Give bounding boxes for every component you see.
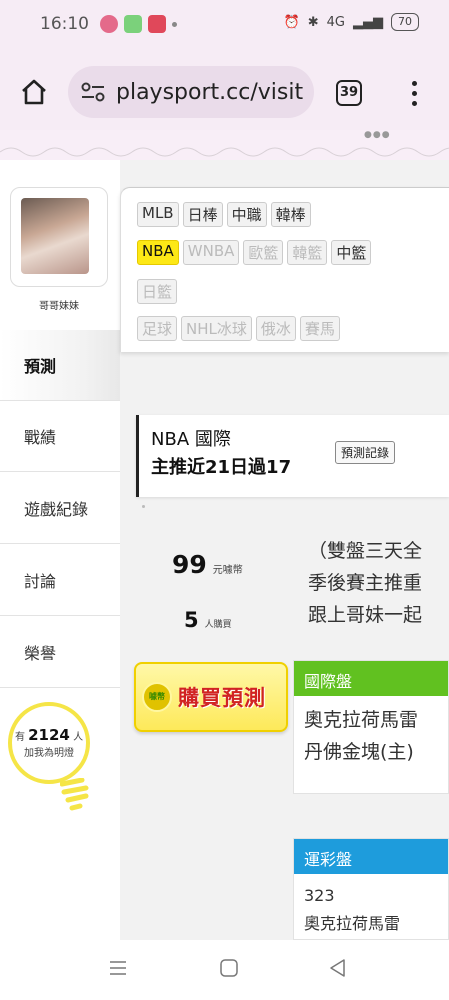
wave-divider <box>0 147 449 157</box>
status-bar: 16:10 ⏰ ✱ 4G ▂▄▆ 70 <box>0 0 449 54</box>
price-unit: 元噱幣 <box>212 565 243 576</box>
filter-soccer[interactable]: 足球 <box>137 316 178 341</box>
buy-prediction-label: 購買預測 <box>178 686 266 710</box>
clock: 16:10 <box>40 14 89 34</box>
filter-cpbl[interactable]: 中職 <box>226 202 267 227</box>
nav-item-game-log[interactable]: 遊戲紀錄 <box>0 472 120 544</box>
filter-wnba[interactable]: WNBA <box>182 240 240 265</box>
overflow-menu-icon[interactable] <box>404 78 424 108</box>
side-nav: 預測 戰績 遊戲紀錄 討論 榮譽 <box>0 330 120 688</box>
notification-icons <box>100 15 177 33</box>
league-title: NBA 國際 <box>151 429 231 450</box>
nav-item-discussion[interactable]: 討論 <box>0 544 120 616</box>
filter-row-baseball: MLB 日棒 中職 韓棒 <box>137 202 311 233</box>
follow-lightbulb[interactable]: 有 2124 人 加我為明燈 <box>8 702 90 784</box>
nav-item-predictions[interactable]: 預測 <box>0 330 120 400</box>
system-icons: ⏰ ✱ 4G ▂▄▆ 70 <box>284 13 419 31</box>
page-content: 哥哥妹妹 預測 戰績 遊戲紀錄 討論 榮譽 有 2124 人 加我為明燈 MLB… <box>0 160 449 940</box>
price-value: 99 <box>172 550 207 579</box>
buyers-value: 5 <box>184 608 199 632</box>
lightbulb-icon <box>60 778 89 811</box>
panel-body: 奧克拉荷馬雷 丹佛金塊(主) <box>304 709 419 763</box>
prediction-history-button[interactable]: 預測記錄 <box>335 441 396 464</box>
coin-icon: 噱幣 <box>142 682 172 712</box>
recent-apps-icon[interactable] <box>108 958 128 978</box>
profile-card[interactable] <box>10 187 108 287</box>
prediction-description: （雙盤三天全 季後賽主推重 跟上哥妹一起 <box>308 540 423 626</box>
panel-title: 國際盤 <box>294 661 448 696</box>
win-record: 主推近21日過17 <box>151 457 292 478</box>
filter-row-other: 足球 NHL冰球 俄冰 賽馬 <box>137 316 340 347</box>
fans-count-line: 有 2124 人 <box>14 726 84 744</box>
buyers-unit: 人購買 <box>204 620 232 630</box>
message-notification-icon <box>124 15 142 33</box>
filter-korea-basketball[interactable]: 韓籃 <box>287 240 328 265</box>
filter-row-basketball: NBA WNBA 歐籃 韓籃 中籃 <box>137 240 372 271</box>
filter-kbo[interactable]: 韓棒 <box>270 202 311 227</box>
home-nav-icon[interactable] <box>219 958 239 978</box>
separator-dot <box>142 505 145 508</box>
filter-japan-basketball[interactable]: 日籃 <box>137 279 178 304</box>
buy-prediction-button[interactable]: 噱幣 購買預測 <box>134 662 288 732</box>
nav-item-record[interactable]: 戰績 <box>0 400 120 472</box>
back-icon[interactable] <box>328 958 348 978</box>
filter-row-japan-basketball: 日籃 <box>137 279 178 310</box>
carousel-dots-icon: ●●● <box>364 130 391 140</box>
filter-china-basketball[interactable]: 中籃 <box>331 240 372 265</box>
network-label: 4G <box>326 14 345 30</box>
alarm-icon: ⏰ <box>283 14 300 30</box>
league-filter: MLB 日棒 中職 韓棒 NBA WNBA 歐籃 韓籃 中籃 日籃 足球 NHL… <box>120 187 449 352</box>
international-odds-panel: 國際盤 奧克拉荷馬雷 丹佛金塊(主) <box>293 660 449 794</box>
address-bar[interactable]: playsport.cc/visit <box>68 66 314 118</box>
profile-name[interactable]: 哥哥妹妹 <box>10 297 108 312</box>
filter-nhl[interactable]: NHL冰球 <box>181 316 252 341</box>
avatar[interactable] <box>21 198 89 274</box>
filter-nba[interactable]: NBA <box>137 240 179 265</box>
nav-item-honors[interactable]: 榮譽 <box>0 616 120 688</box>
battery-icon: 70 <box>391 13 419 31</box>
app-notification-icon <box>100 15 118 33</box>
page-header-strip: ●●● <box>0 130 449 160</box>
filter-npb[interactable]: 日棒 <box>182 202 223 227</box>
filter-horse-racing[interactable]: 賽馬 <box>299 316 340 341</box>
panel-title: 運彩盤 <box>294 839 448 874</box>
main-content: MLB 日棒 中職 韓棒 NBA WNBA 歐籃 韓籃 中籃 日籃 足球 NHL… <box>120 160 449 940</box>
url-text[interactable]: playsport.cc/visit <box>116 80 303 105</box>
bluetooth-icon: ✱ <box>307 14 319 30</box>
signal-icon: ▂▄▆ <box>353 14 383 30</box>
filter-mlb[interactable]: MLB <box>137 202 179 227</box>
sports-lottery-panel: 運彩盤 323 奧克拉荷馬雷 <box>293 838 449 940</box>
buyers-stat: 5 人購買 <box>184 608 232 632</box>
prediction-header-card: NBA 國際 主推近21日過17 預測記錄 <box>136 415 449 497</box>
filter-khl[interactable]: 俄冰 <box>255 316 296 341</box>
filter-euro-basketball[interactable]: 歐籃 <box>243 240 284 265</box>
video-notification-icon <box>148 15 166 33</box>
more-notifications-icon <box>172 21 177 27</box>
site-settings-icon[interactable] <box>80 81 106 103</box>
home-icon[interactable] <box>20 78 48 106</box>
price-stat: 99 元噱幣 <box>172 550 243 579</box>
tab-switcher-button[interactable]: 39 <box>336 80 362 106</box>
follow-caption: 加我為明燈 <box>24 748 74 759</box>
fans-count: 2124 <box>28 726 70 744</box>
browser-toolbar: playsport.cc/visit 39 <box>0 54 449 130</box>
panel-body: 323 奧克拉荷馬雷 <box>304 886 401 933</box>
system-nav-bar <box>0 940 449 1000</box>
